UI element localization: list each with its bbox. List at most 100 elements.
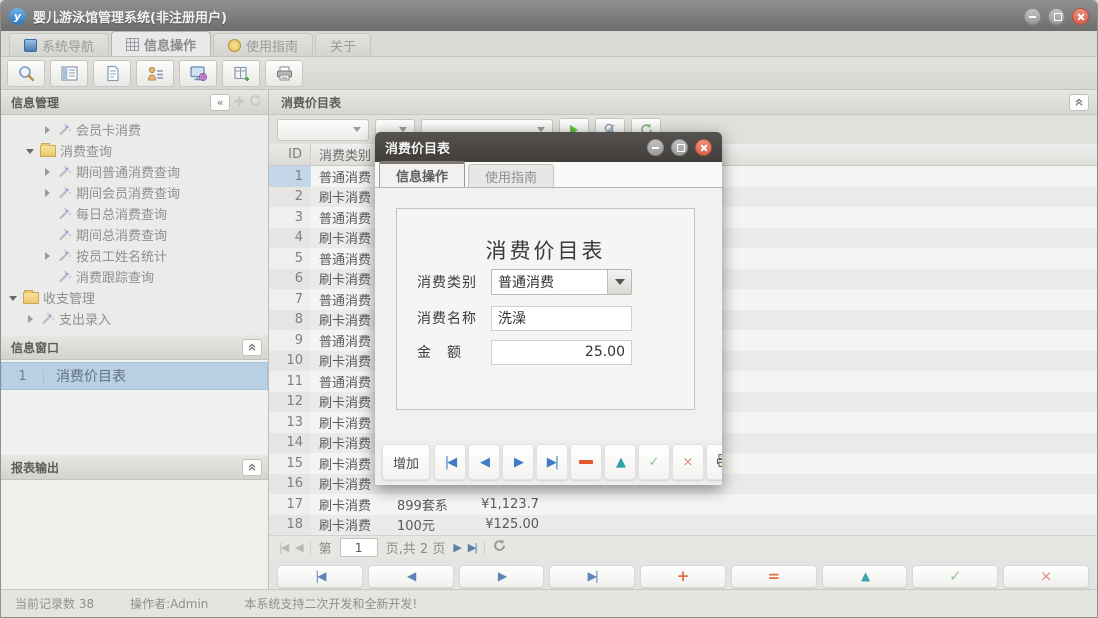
col-header-id[interactable]: ID <box>269 144 311 165</box>
page-first-button[interactable]: |◀ <box>279 541 287 554</box>
up-record-button[interactable]: ▲ <box>822 565 908 588</box>
tree-item-期间普通消费查询[interactable]: 期间普通消费查询 <box>1 161 268 182</box>
page-label: 第 <box>319 538 332 557</box>
maximize-button[interactable] <box>1048 8 1065 25</box>
dialog-up-button[interactable]: ▲ <box>604 444 636 480</box>
dialog-cancel-button[interactable]: × <box>672 444 704 480</box>
tree-arrow-right-icon[interactable] <box>43 167 53 177</box>
tree-item-label: 期间总消费查询 <box>76 225 167 244</box>
window-title: 婴儿游泳馆管理系统(非注册用户) <box>33 7 227 26</box>
monitor-globe-icon <box>189 65 208 82</box>
close-button[interactable] <box>1072 8 1089 25</box>
dialog-print-button[interactable] <box>706 444 722 480</box>
tree-arrow-down-icon[interactable] <box>26 146 36 156</box>
monitor-button[interactable] <box>179 60 217 87</box>
collapse-up-icon[interactable] <box>242 339 262 356</box>
cell-id: 8 <box>269 310 311 331</box>
first-icon: |◀ <box>315 570 324 582</box>
dialog-next-button[interactable]: ▶ <box>502 444 534 480</box>
first-record-button[interactable]: |◀ <box>277 565 363 588</box>
page-refresh-button[interactable] <box>493 539 506 556</box>
tree-item-支出录入[interactable]: 支出录入 <box>1 308 268 329</box>
amount-input[interactable] <box>491 340 632 365</box>
dialog-first-button[interactable]: |◀ <box>434 444 466 480</box>
dialog-tabbar: 信息操作 使用指南 <box>375 162 722 188</box>
name-input[interactable] <box>491 306 632 331</box>
next-icon: ▶ <box>514 456 522 469</box>
tree-item-每日总消费查询[interactable]: 每日总消费查询 <box>1 203 268 224</box>
document-button[interactable] <box>93 60 131 87</box>
tab-about[interactable]: 关于 <box>315 33 371 56</box>
dialog-tab-info-operation[interactable]: 信息操作 <box>379 161 465 187</box>
tree-arrow-right-icon[interactable] <box>43 188 53 198</box>
tree-arrow-down-icon[interactable] <box>9 293 19 303</box>
collapse-left-icon[interactable]: « <box>210 94 230 111</box>
page-last-button[interactable]: ▶| <box>468 541 476 554</box>
cell-id: 14 <box>269 433 311 454</box>
search-icon <box>17 65 36 82</box>
dialog-prev-button[interactable]: ◀ <box>468 444 500 480</box>
amount-label: 金 额 <box>417 342 491 362</box>
tab-user-guide[interactable]: 使用指南 <box>213 33 313 56</box>
dialog-body: 消费价目表 消费类别 普通消费 消费名称 金 额 <box>375 188 722 439</box>
dialog-remove-button[interactable] <box>570 444 602 480</box>
cell-id: 13 <box>269 412 311 433</box>
next-record-button[interactable]: ▶ <box>459 565 545 588</box>
dialog-last-button[interactable]: ▶| <box>536 444 568 480</box>
tree-item-按员工姓名统计[interactable]: 按员工姓名统计 <box>1 245 268 266</box>
tree-spacer <box>43 272 53 282</box>
prev-record-button[interactable]: ◀ <box>368 565 454 588</box>
dialog-tab-user-guide[interactable]: 使用指南 <box>468 164 554 187</box>
table-row[interactable]: 18刷卡消费100元¥125.00 <box>269 515 1097 536</box>
dialog-minimize-button[interactable] <box>647 139 664 156</box>
tree-item-消费跟踪查询[interactable]: 消费跟踪查询 <box>1 266 268 287</box>
filter-select-1[interactable] <box>277 119 369 141</box>
tree-item-期间会员消费查询[interactable]: 期间会员消费查询 <box>1 182 268 203</box>
add-record-button[interactable]: 增加 <box>382 444 430 480</box>
up-icon: ▲ <box>616 456 624 469</box>
cancel-record-button[interactable]: × <box>1003 565 1089 588</box>
price-list-dialog: 消费价目表 信息操作 使用指南 消费价目表 消费类别 普通消费 消费名称 <box>375 132 722 485</box>
printer-button[interactable] <box>265 60 303 87</box>
minimize-button[interactable] <box>1024 8 1041 25</box>
search-button[interactable] <box>7 60 45 87</box>
collapse-up-icon[interactable] <box>242 459 262 476</box>
dialog-check-button[interactable]: ✓ <box>638 444 670 480</box>
page-input[interactable] <box>340 538 378 557</box>
tree-arrow-right-icon[interactable] <box>43 251 53 261</box>
user-list-icon <box>146 65 165 82</box>
tree-item-消费查询[interactable]: 消费查询 <box>1 140 268 161</box>
tree-arrow-right-icon[interactable] <box>43 125 53 135</box>
info-window-item[interactable]: 1 消费价目表 <box>1 362 268 390</box>
page-prev-button[interactable]: ◀ <box>295 541 301 554</box>
collapse-up-icon[interactable] <box>1069 94 1089 111</box>
cell-id: 10 <box>269 351 311 372</box>
form-button[interactable] <box>50 60 88 87</box>
chevron-down-icon[interactable] <box>607 270 631 294</box>
tree-item-会员卡消费[interactable]: 会员卡消费 <box>1 119 268 140</box>
user-list-button[interactable] <box>136 60 174 87</box>
tree-arrow-right-icon[interactable] <box>26 314 36 324</box>
wand-icon <box>57 123 72 137</box>
table-row[interactable]: 17刷卡消费899套系¥1,123.7 <box>269 494 1097 515</box>
check-record-button[interactable]: ✓ <box>912 565 998 588</box>
tree-item-期间总消费查询[interactable]: 期间总消费查询 <box>1 224 268 245</box>
panel-title: 消费价目表 <box>281 94 341 111</box>
sidebar: 信息管理 « ✚ 会员卡消费消费查询期间普通消费查询期间会员消费查询每日总消费查… <box>1 90 269 589</box>
add-record-button[interactable]: + <box>640 565 726 588</box>
table-add-button[interactable] <box>222 60 260 87</box>
printer-icon <box>715 453 723 468</box>
last-record-button[interactable]: ▶| <box>549 565 635 588</box>
tab-info-operation[interactable]: 信息操作 <box>111 31 211 56</box>
tab-system-nav[interactable]: 系统导航 <box>9 33 109 56</box>
page-next-button[interactable]: ▶ <box>453 541 459 554</box>
dialog-close-button[interactable] <box>695 139 712 156</box>
tree-item-收支管理[interactable]: 收支管理 <box>1 287 268 308</box>
category-value: 普通消费 <box>492 272 607 292</box>
modify-record-button[interactable]: = <box>731 565 817 588</box>
cell-id: 1 <box>269 166 311 187</box>
dialog-maximize-button[interactable] <box>671 139 688 156</box>
item-number: 1 <box>2 369 44 384</box>
category-select[interactable]: 普通消费 <box>491 269 632 295</box>
dialog-title: 消费价目表 <box>385 138 450 157</box>
